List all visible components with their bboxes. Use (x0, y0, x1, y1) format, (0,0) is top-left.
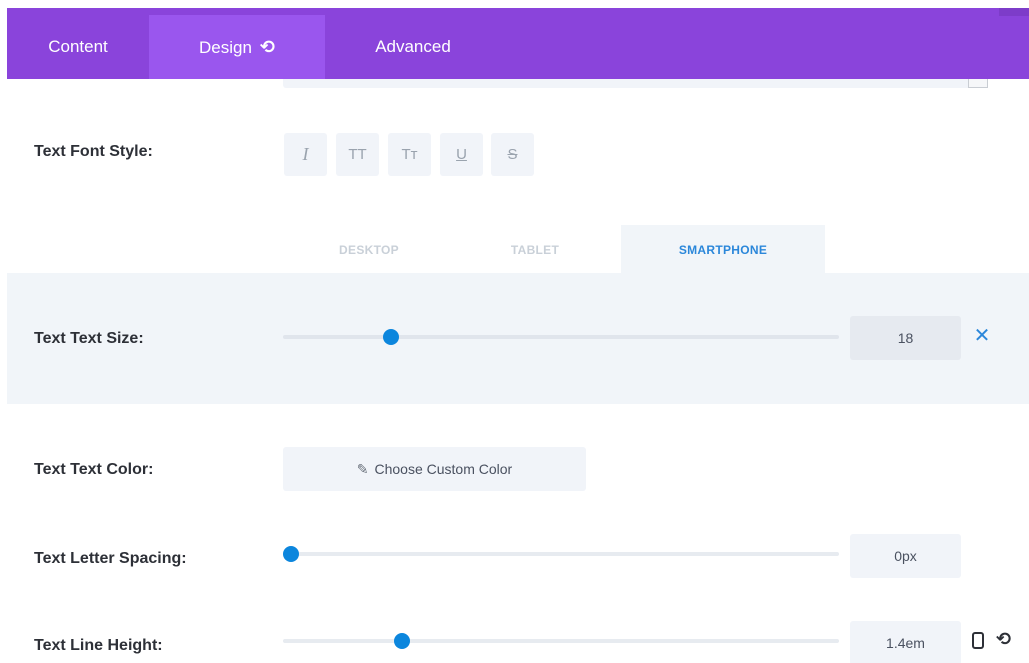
textarea-resize-handle[interactable] (968, 79, 988, 88)
small-caps-button[interactable]: Tт (388, 133, 431, 176)
text-size-slider[interactable] (283, 329, 839, 345)
smartphone-icon[interactable] (972, 632, 984, 649)
device-tab-smartphone[interactable]: SMARTPHONE (621, 225, 825, 273)
undo-icon: ⟲ (259, 37, 275, 57)
strikethrough-button[interactable]: S (491, 133, 534, 176)
small-caps-icon: Tт (401, 146, 418, 163)
text-size-input[interactable]: 18 (850, 316, 961, 360)
device-tab-tablet[interactable]: TABLET (480, 225, 590, 273)
text-color-label: Text Text Color: (34, 461, 154, 478)
choose-color-label: Choose Custom Color (374, 461, 513, 477)
underline-icon: U (456, 146, 467, 163)
eyedropper-icon: ✎ (356, 461, 369, 477)
tab-design-label: Design (198, 38, 252, 57)
top-strip (0, 0, 1029, 8)
device-tab-desktop[interactable]: DESKTOP (314, 225, 424, 273)
uppercase-button[interactable]: TT (336, 133, 379, 176)
tab-design[interactable]: Design ⟲ (149, 15, 325, 79)
underline-button[interactable]: U (440, 133, 483, 176)
close-icon[interactable]: ✕ (972, 326, 992, 346)
italic-icon: I (302, 144, 309, 164)
letter-spacing-label: Text Letter Spacing: (34, 550, 187, 567)
tab-advanced-label: Advanced (375, 37, 451, 56)
italic-button[interactable]: I (284, 133, 327, 176)
tab-advanced[interactable]: Advanced (325, 15, 501, 79)
tab-bar-edge (999, 8, 1029, 16)
letter-spacing-slider[interactable] (283, 546, 839, 562)
uppercase-icon: TT (348, 146, 367, 163)
clipped-textarea[interactable] (283, 79, 988, 88)
tab-content[interactable]: Content (7, 15, 149, 79)
tab-content-label: Content (48, 37, 108, 56)
letter-spacing-slider-thumb[interactable] (283, 546, 299, 562)
line-height-slider[interactable] (283, 633, 839, 649)
font-style-label: Text Font Style: (34, 143, 153, 160)
reset-undo-icon[interactable]: ⟲ (996, 629, 1011, 650)
settings-tab-bar: Content Design ⟲ Advanced (7, 8, 1029, 79)
line-height-slider-thumb[interactable] (394, 633, 411, 649)
line-height-input[interactable]: 1.4em (850, 621, 961, 663)
text-size-label: Text Text Size: (34, 330, 144, 347)
line-height-label: Text Line Height: (34, 637, 163, 654)
choose-color-button[interactable]: ✎ Choose Custom Color (283, 447, 586, 491)
letter-spacing-input[interactable]: 0px (850, 534, 961, 578)
text-size-slider-thumb[interactable] (383, 329, 400, 345)
strikethrough-icon: S (507, 146, 518, 163)
